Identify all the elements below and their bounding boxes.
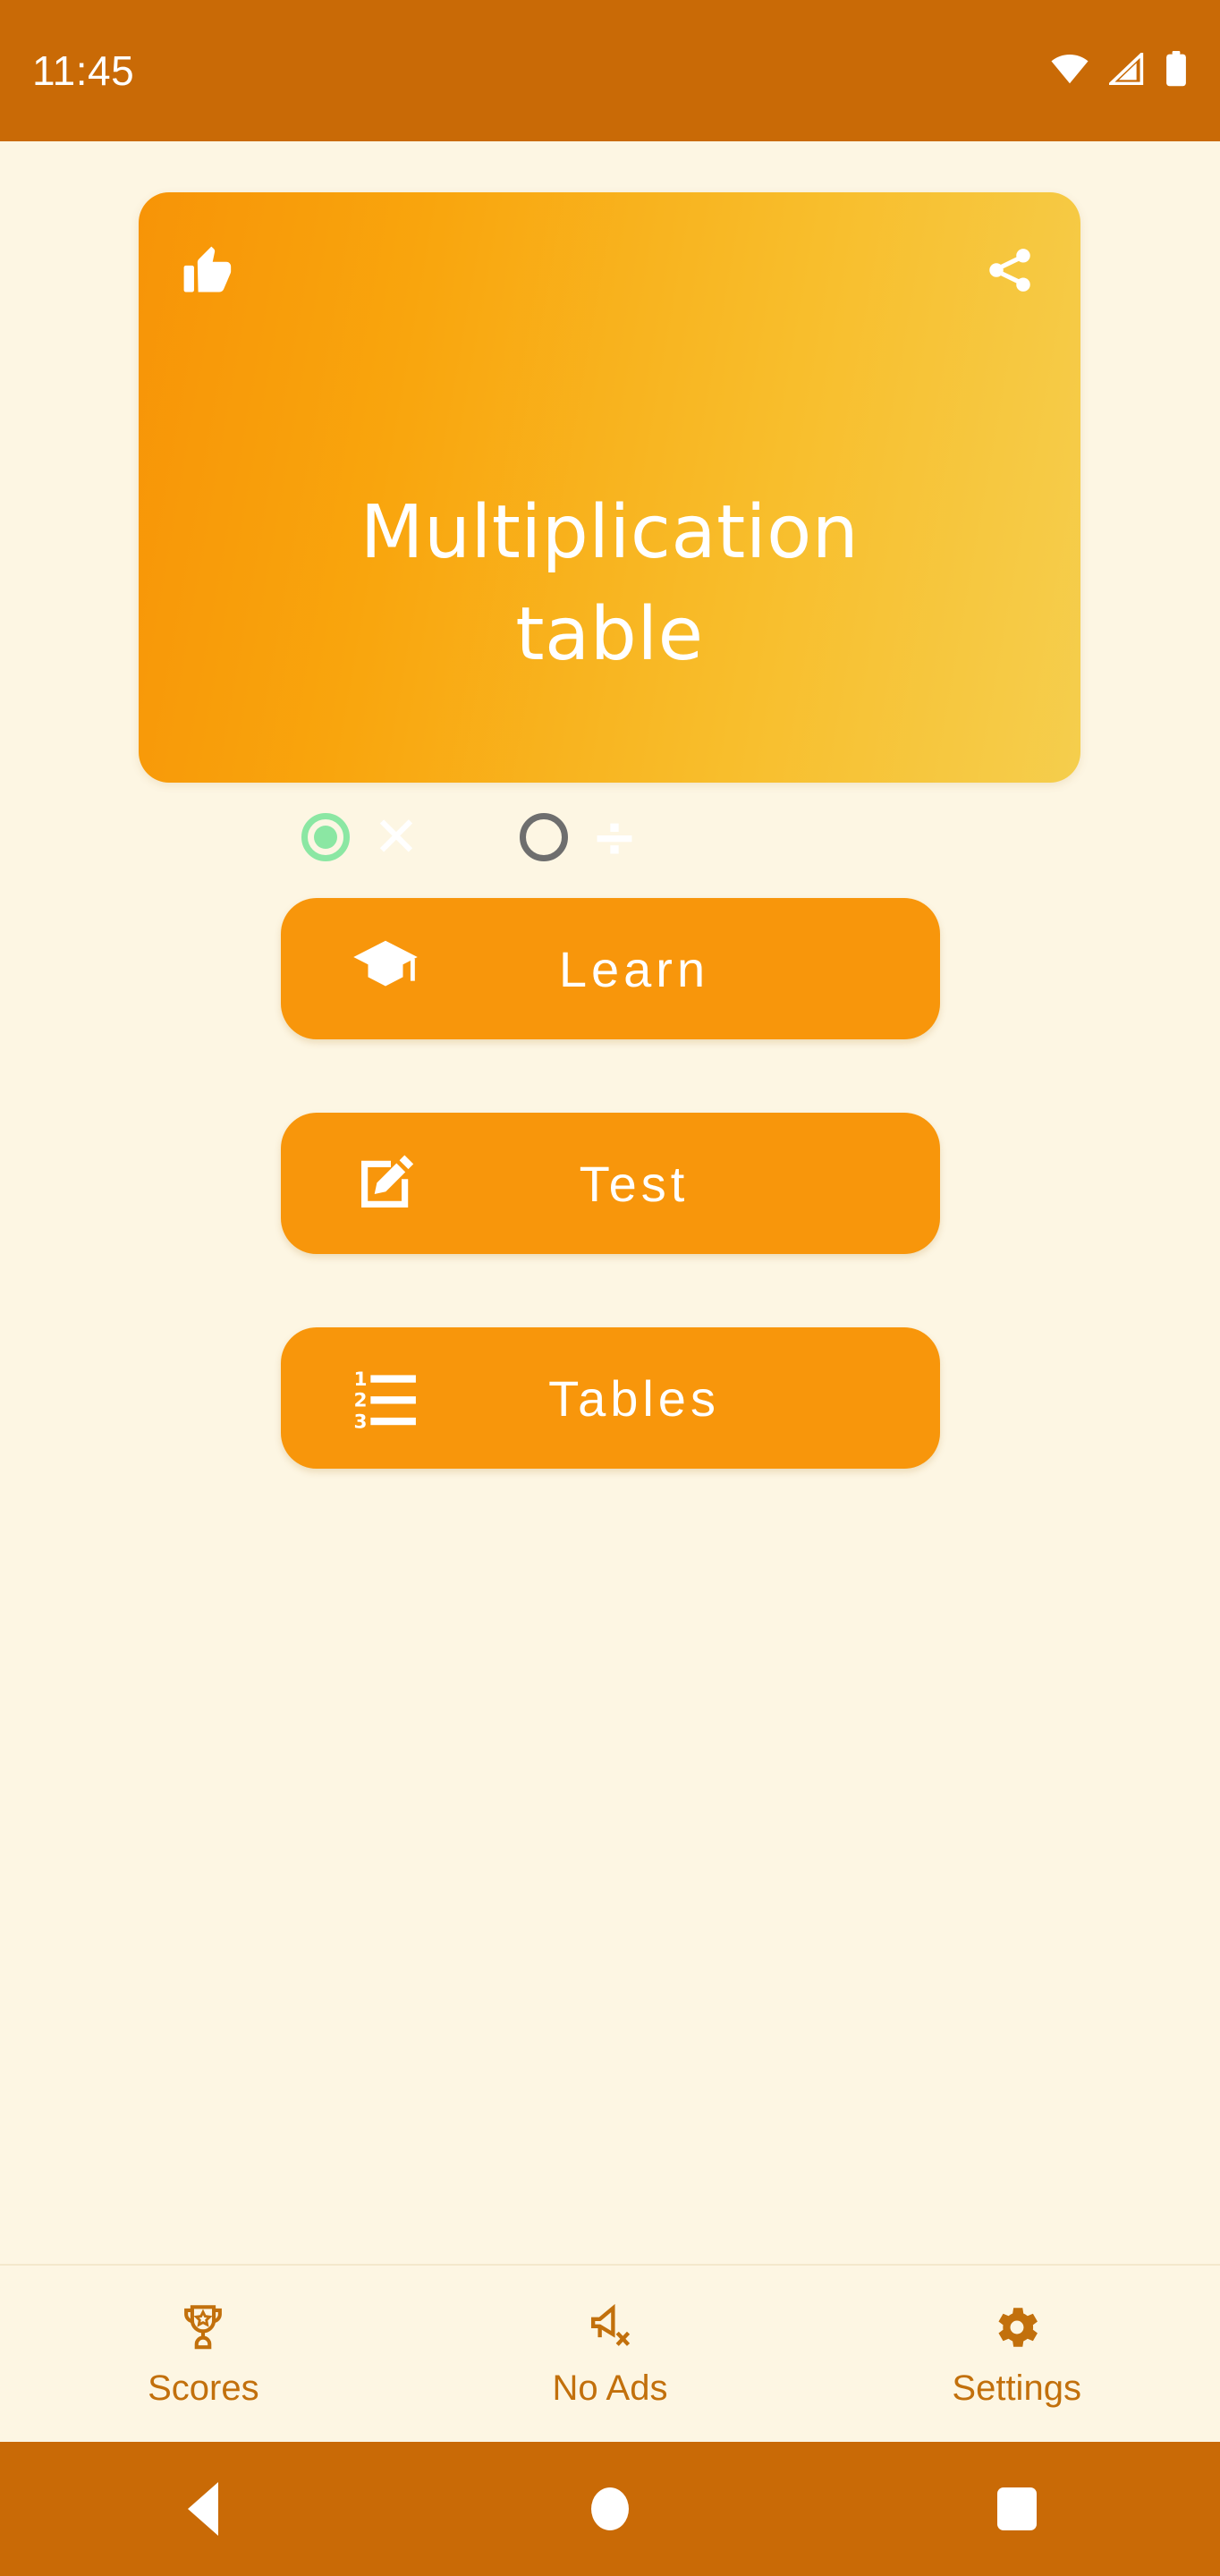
svg-text:1: 1 [353,1368,367,1391]
graduation-cap-icon [336,934,435,1004]
wifi-icon [1050,53,1089,89]
operation-option-multiply[interactable]: ✕ [301,809,419,865]
nav-item-settings[interactable]: Settings [813,2299,1220,2409]
nav-item-no-ads-label: No Ads [552,2368,668,2408]
nav-item-settings-label: Settings [952,2368,1081,2408]
system-navigation-bar [0,2442,1220,2576]
status-icon-group [1050,49,1188,91]
app-screen: 11:45 Multiplication table ✕ ÷ Learn Tes… [0,0,1220,2576]
system-home-button[interactable] [407,2487,814,2530]
test-button[interactable]: Test [280,1113,940,1254]
trophy-icon [177,2299,229,2356]
multiply-glyph: ✕ [373,804,419,869]
share-button[interactable] [977,239,1043,305]
thumbs-up-icon [182,242,237,302]
numbered-list-icon: 1 2 3 [336,1365,435,1431]
cellular-signal-icon [1106,49,1145,89]
home-circle-icon [591,2487,629,2530]
nav-item-no-ads[interactable]: No Ads [407,2299,814,2409]
back-triangle-icon [188,2482,219,2536]
header-card: Multiplication table ✕ ÷ [139,192,1113,979]
nav-item-scores[interactable]: Scores [0,2299,407,2409]
tables-button[interactable]: 1 2 3 Tables [280,1327,940,1469]
radio-multiply-selected[interactable] [301,813,350,861]
svg-text:3: 3 [353,1411,367,1431]
system-back-button[interactable] [0,2482,407,2536]
main-actions: Learn Test 1 2 3 Tables [0,898,1220,1469]
nav-item-scores-label: Scores [148,2368,259,2408]
learn-button-label: Learn [558,940,710,997]
status-bar: 11:45 [0,0,1220,141]
test-button-label: Test [579,1155,690,1212]
no-ads-megaphone-icon [584,2299,636,2356]
learn-button[interactable]: Learn [280,898,940,1039]
page-title: Multiplication table [139,496,1080,672]
system-recents-button[interactable] [813,2487,1220,2530]
share-icon [984,244,1036,301]
bottom-navigation: Scores No Ads Settings [0,2266,1220,2442]
recents-square-icon [996,2487,1037,2530]
edit-square-icon [336,1151,435,1216]
page-title-line-2: table [515,592,704,677]
status-time: 11:45 [32,47,135,94]
page-title-line-1: Multiplication [360,490,860,575]
operation-selector: ✕ ÷ [301,809,638,865]
tables-button-label: Tables [548,1369,720,1427]
like-button[interactable] [176,239,242,305]
battery-icon [1165,50,1188,91]
divide-glyph: ÷ [590,804,638,869]
svg-text:2: 2 [353,1390,367,1412]
radio-divide-unselected[interactable] [519,813,568,861]
gear-icon [991,2299,1043,2356]
operation-option-divide[interactable]: ÷ [519,804,638,869]
